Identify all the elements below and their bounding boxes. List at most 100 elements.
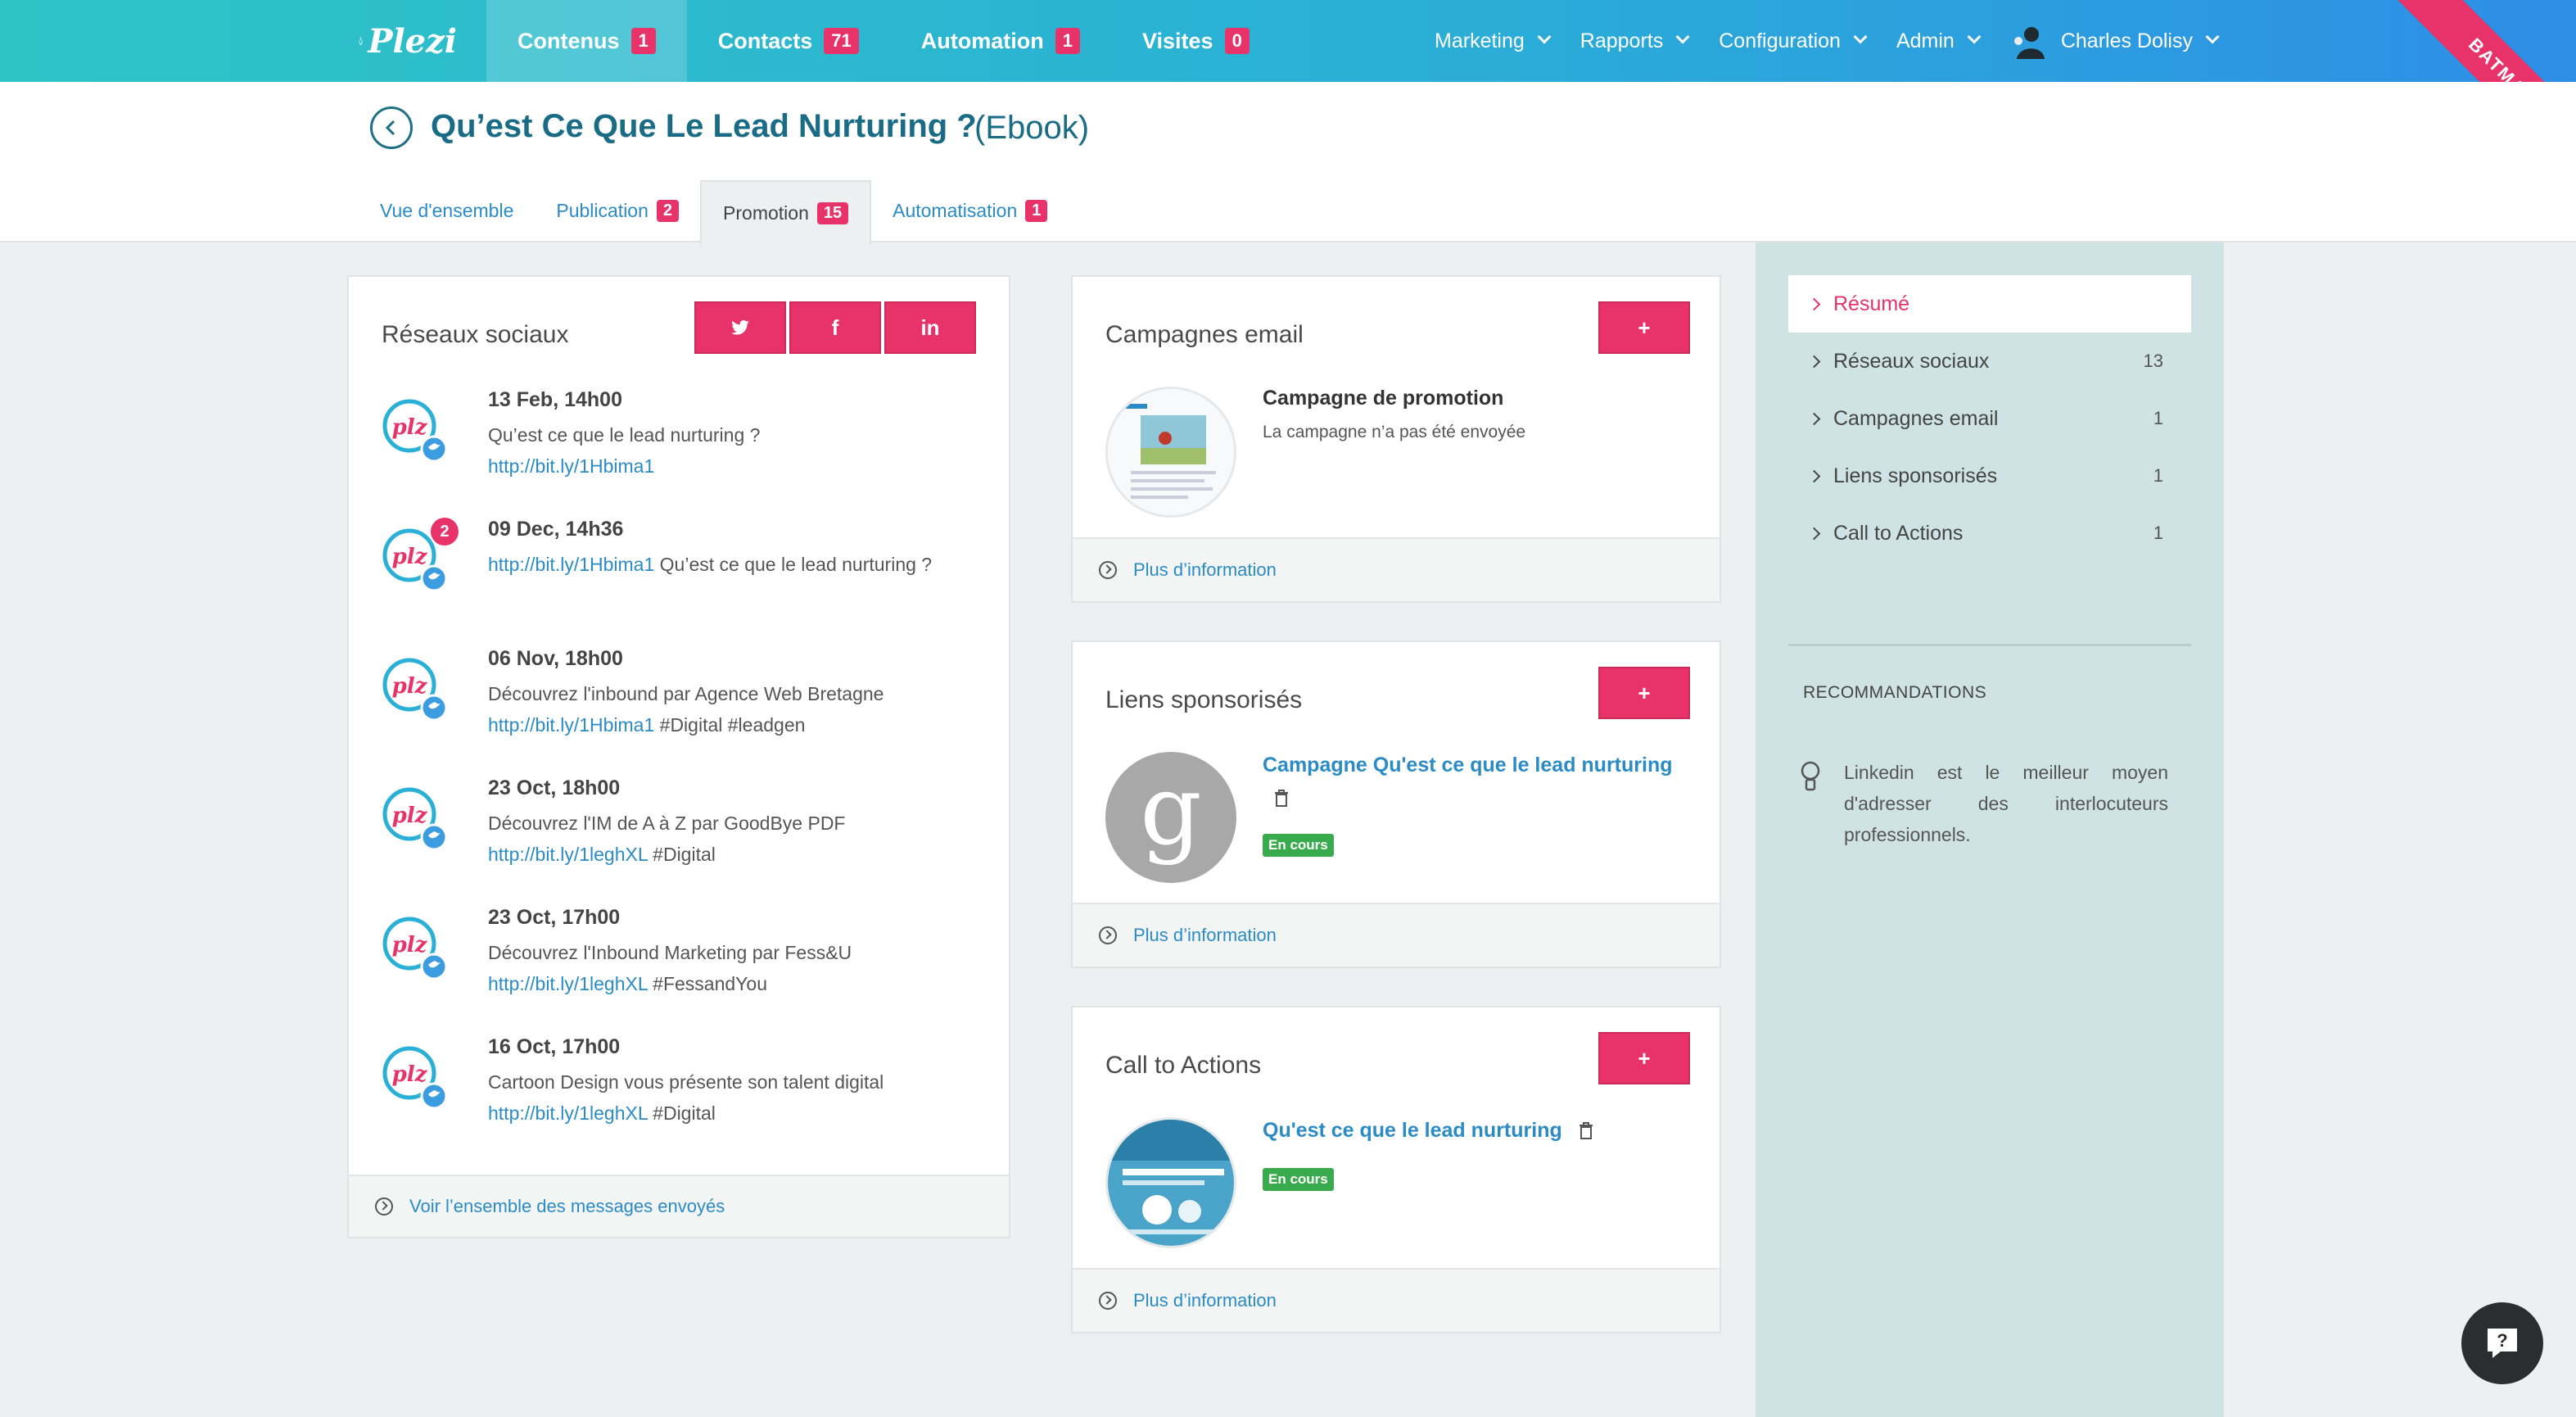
- tab-badge: 15: [816, 201, 849, 224]
- card-title: Campagnes email: [1105, 321, 1304, 348]
- menu-admin[interactable]: Admin: [1896, 29, 1982, 53]
- sidebar-item-email[interactable]: Campagnes email 1: [1788, 390, 2191, 447]
- post-link[interactable]: http://bit.ly/1Hbima1: [488, 714, 654, 736]
- email-campaign-title[interactable]: Campagne de promotion: [1263, 387, 1503, 410]
- nav-badge: 0: [1224, 28, 1250, 54]
- circle-arrow-icon: [1099, 1292, 1117, 1310]
- post-date: 06 Nov, 18h00: [488, 647, 623, 670]
- add-facebook-post-button[interactable]: f: [789, 301, 881, 354]
- post-date: 16 Oct, 17h00: [488, 1035, 621, 1058]
- email-preview-image: [1108, 389, 1234, 515]
- post-text: Qu’est ce que le lead nurturing ? http://…: [488, 419, 979, 482]
- sidebar-item-sponsored[interactable]: Liens sponsorisés 1: [1788, 447, 2191, 505]
- post-text-before: Découvrez l'IM de A à Z par GoodBye PDF: [488, 813, 846, 834]
- facebook-icon: f: [831, 315, 839, 340]
- plezi-avatar-icon: plz: [382, 787, 448, 851]
- lightbulb-icon: [1801, 761, 1820, 791]
- tab-automatisation[interactable]: Automatisation 1: [871, 179, 1069, 242]
- post-text-after: #Digital: [647, 844, 716, 865]
- post-date: 13 Feb, 14h00: [488, 388, 622, 411]
- add-email-campaign-button[interactable]: +: [1598, 301, 1690, 354]
- sidebar-item-count: 1: [2153, 523, 2163, 543]
- sponsored-more-info-link[interactable]: Plus d’information: [1073, 903, 1720, 967]
- plezi-avatar-icon: plz: [382, 658, 448, 722]
- page-title: Qu’est Ce Que Le Lead Nurturing ?: [431, 108, 977, 144]
- tab-vue-ensemble[interactable]: Vue d'ensemble: [359, 179, 535, 242]
- menu-marketing[interactable]: Marketing: [1435, 29, 1552, 53]
- post-link[interactable]: http://bit.ly/1leghXL: [488, 844, 648, 865]
- sidebar-item-count: 13: [2143, 351, 2163, 371]
- svg-text:plz: plz: [392, 1062, 428, 1087]
- add-twitter-post-button[interactable]: [694, 301, 786, 354]
- recommendation-text: Linkedin est le meilleur moyen d'adresse…: [1844, 762, 2168, 845]
- recommendations-title: RECOMMANDATIONS: [1803, 683, 1987, 702]
- sponsored-links-card: Liens sponsorisés + g Campagne Qu'est ce…: [1071, 641, 1721, 968]
- tab-badge: 1: [1025, 199, 1048, 222]
- post-link[interactable]: http://bit.ly/1leghXL: [488, 973, 648, 994]
- status-badge: En cours: [1263, 1168, 1334, 1191]
- nav-item-automation[interactable]: Automation 1: [890, 0, 1111, 82]
- user-menu[interactable]: Charles Dolisy: [2010, 23, 2220, 59]
- post-text-before: Découvrez l'inbound par Agence Web Breta…: [488, 683, 884, 704]
- top-navbar: Plezi Contenus 1 Contacts 71 Automation …: [0, 0, 2576, 211]
- social-networks-card: Réseaux sociaux f in plz 13 Feb, 14h00 Qu’…: [347, 275, 1010, 1238]
- trash-icon[interactable]: [1579, 1122, 1593, 1140]
- trash-icon[interactable]: [1274, 790, 1289, 808]
- nav-item-visites[interactable]: Visites 0: [1111, 0, 1281, 82]
- circle-arrow-icon: [375, 1197, 393, 1216]
- tab-promotion[interactable]: Promotion 15: [700, 180, 872, 244]
- sidebar-item-label: Campagnes email: [1833, 406, 1999, 430]
- add-sponsored-link-button[interactable]: +: [1598, 667, 1690, 719]
- chevron-right-icon: [1807, 412, 1821, 425]
- chevron-down-icon: [1853, 29, 1868, 44]
- sponsored-campaign-link[interactable]: Campagne Qu'est ce que le lead nurturing: [1263, 754, 1673, 777]
- circle-arrow-icon: [1099, 561, 1117, 579]
- post-text-after: #FessandYou: [647, 973, 767, 994]
- post-text-before: Découvrez l'Inbound Marketing par Fess&U: [488, 942, 852, 963]
- menu-label: Rapports: [1579, 29, 1664, 52]
- help-chat-button[interactable]: ?: [2461, 1302, 2543, 1384]
- back-button[interactable]: [370, 106, 413, 149]
- sidebar-item-resume[interactable]: Résumé: [1788, 275, 2191, 333]
- tab-label: Automatisation: [893, 199, 1018, 221]
- help-chat-icon: ?: [2488, 1329, 2517, 1358]
- post-date: 09 Dec, 14h36: [488, 518, 624, 541]
- google-ads-logo: g: [1105, 752, 1236, 883]
- menu-label: Marketing: [1435, 29, 1525, 52]
- post-notification-badge: 2: [431, 518, 459, 546]
- nav-item-label: Automation: [920, 28, 1044, 53]
- post-link[interactable]: http://bit.ly/1Hbima1: [488, 455, 654, 477]
- sidebar-item-label: Résumé: [1833, 292, 1910, 315]
- plezi-avatar-icon: plz: [382, 917, 448, 980]
- add-linkedin-post-button[interactable]: in: [884, 301, 976, 354]
- menu-rapports[interactable]: Rapports: [1579, 29, 1690, 53]
- post-link[interactable]: http://bit.ly/1leghXL: [488, 1102, 648, 1124]
- plezi-logo[interactable]: Plezi: [359, 11, 457, 70]
- nav-item-contenus[interactable]: Contenus 1: [486, 0, 687, 82]
- add-cta-button[interactable]: +: [1598, 1032, 1690, 1084]
- post-link[interactable]: http://bit.ly/1Hbima1: [488, 554, 654, 575]
- cta-more-info-link[interactable]: Plus d’information: [1073, 1268, 1720, 1332]
- nav-item-label: Visites: [1141, 28, 1213, 53]
- card-title: Liens sponsorisés: [1105, 686, 1303, 713]
- tab-publication[interactable]: Publication 2: [535, 179, 700, 242]
- sidebar-item-cta[interactable]: Call to Actions 1: [1788, 505, 2191, 562]
- menu-label: Configuration: [1719, 29, 1841, 52]
- nav-item-label: Contenus: [517, 28, 620, 53]
- main-nav: Contenus 1 Contacts 71 Automation 1 Visi…: [486, 0, 1281, 82]
- nav-badge: 1: [1055, 28, 1080, 54]
- email-more-info-link[interactable]: Plus d’information: [1073, 537, 1720, 601]
- nav-right-menus: Marketing Rapports Configuration Admin C…: [1435, 0, 2220, 82]
- nav-badge: 1: [630, 28, 656, 54]
- cta-link[interactable]: Qu'est ce que le lead nurturing: [1263, 1119, 1562, 1143]
- sidebar-item-social[interactable]: Réseaux sociaux 13: [1788, 333, 2191, 390]
- chevron-right-icon: [1807, 355, 1821, 368]
- post-text-after: #Digital #leadgen: [654, 714, 806, 736]
- plezi-avatar-icon: plz: [382, 399, 448, 463]
- sidebar-divider: [1788, 644, 2191, 646]
- nav-item-contacts[interactable]: Contacts 71: [687, 0, 890, 82]
- see-all-messages-link[interactable]: Voir l’ensemble des messages envoyés: [349, 1175, 1009, 1237]
- menu-configuration[interactable]: Configuration: [1719, 29, 1868, 53]
- linkedin-icon: in: [920, 315, 940, 340]
- nav-item-label: Contacts: [717, 28, 813, 53]
